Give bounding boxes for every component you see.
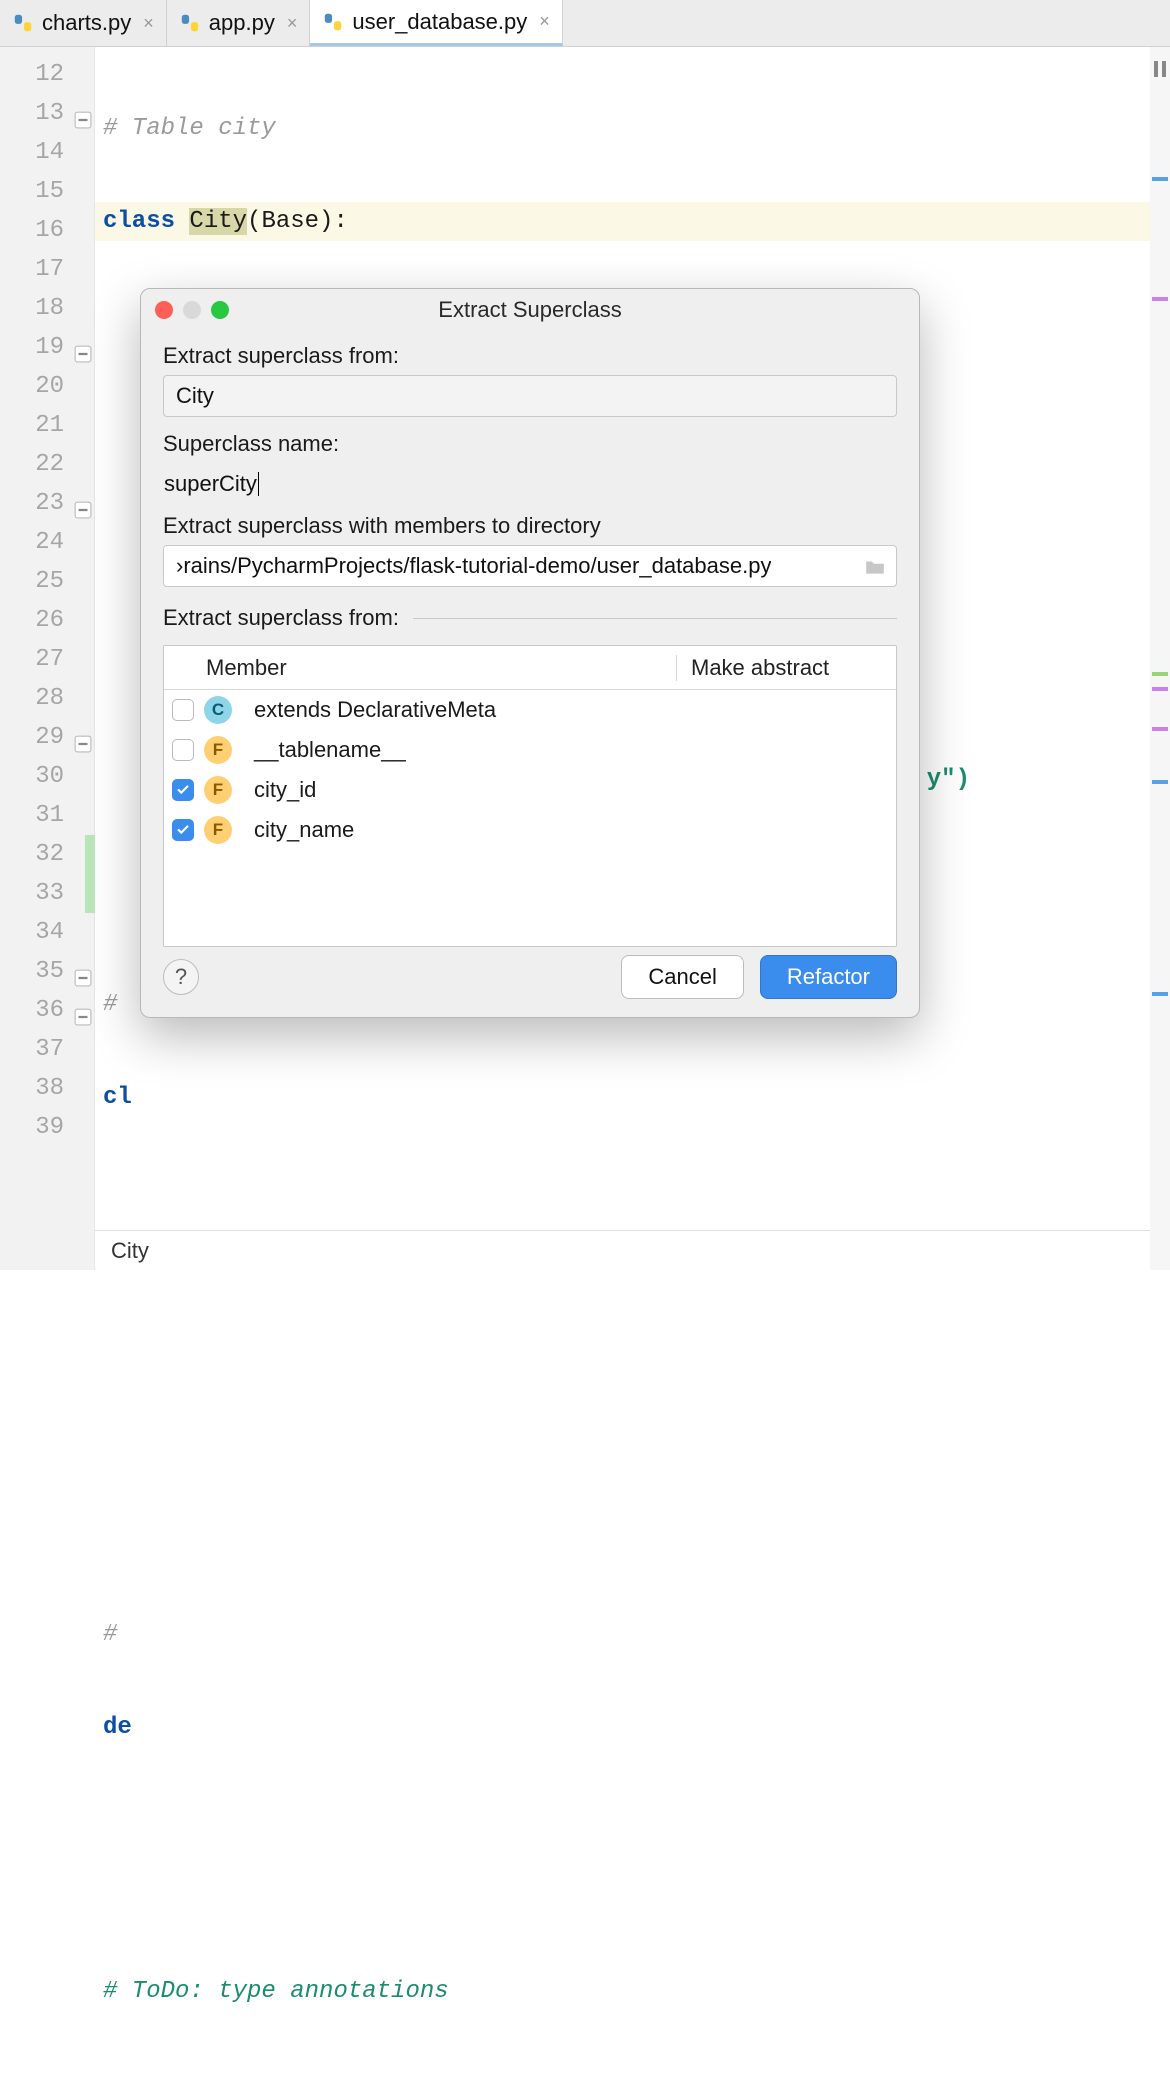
code-text: class (103, 208, 175, 235)
members-table-header: Member Make abstract (164, 646, 896, 690)
tab-charts[interactable]: charts.py × (0, 0, 167, 46)
close-icon[interactable]: × (143, 13, 154, 34)
fold-icon[interactable] (74, 104, 92, 122)
code-text: cl (103, 1084, 132, 1111)
divider (413, 618, 897, 619)
member-label: __tablename__ (250, 737, 896, 763)
code-text: # (103, 991, 117, 1018)
vcs-change-marker (85, 835, 95, 913)
member-label: city_id (250, 777, 896, 803)
directory-label: Extract superclass with members to direc… (163, 513, 897, 539)
tab-label: charts.py (42, 10, 131, 36)
dialog-titlebar[interactable]: Extract Superclass (141, 289, 919, 331)
field-icon: F (204, 816, 232, 844)
python-file-icon (322, 11, 344, 33)
code-text: Base (261, 208, 319, 235)
stripe-marker[interactable] (1152, 297, 1168, 301)
stripe-marker[interactable] (1152, 687, 1168, 691)
tab-label: app.py (209, 10, 275, 36)
code-text: City (189, 208, 247, 235)
field-value: City (176, 383, 214, 409)
tab-user-database[interactable]: user_database.py × (310, 0, 562, 46)
code-text: # ToDo: type annotations (103, 1978, 449, 2005)
window-minimize-icon[interactable] (183, 301, 201, 319)
tab-label: user_database.py (352, 9, 527, 35)
python-file-icon (12, 12, 34, 34)
fold-icon[interactable] (74, 494, 92, 512)
dialog-footer: ? Cancel Refactor (141, 947, 919, 1017)
member-checkbox[interactable] (172, 739, 194, 761)
field-value: ›rains/PycharmProjects/flask-tutorial-de… (176, 553, 771, 579)
member-label: extends DeclarativeMeta (250, 697, 896, 723)
class-icon: C (204, 696, 232, 724)
field-value: superCity (164, 471, 257, 497)
pause-icon (1153, 57, 1167, 73)
code-text: y") (927, 766, 970, 793)
text-cursor (258, 472, 259, 496)
superclass-name-input[interactable]: superCity (163, 463, 897, 505)
code-text: # (103, 1621, 117, 1648)
member-checkbox[interactable] (172, 779, 194, 801)
breadcrumb-item[interactable]: City (111, 1238, 149, 1264)
member-checkbox[interactable] (172, 819, 194, 841)
member-row[interactable]: F __tablename__ (164, 730, 896, 770)
close-icon[interactable]: × (539, 11, 550, 32)
tab-app[interactable]: app.py × (167, 0, 311, 46)
members-table: Member Make abstract Cextends Declarativ… (163, 645, 897, 947)
extract-from-label: Extract superclass from: (163, 343, 897, 369)
stripe-marker[interactable] (1152, 727, 1168, 731)
line-number-gutter: 12 13 1415161718 19 202122 23 2425262728… (0, 47, 95, 1270)
fold-icon[interactable] (74, 338, 92, 356)
code-text: # Table city (103, 115, 276, 142)
member-checkbox[interactable] (172, 699, 194, 721)
browse-folder-icon[interactable] (860, 552, 890, 582)
fold-icon[interactable] (74, 962, 92, 980)
member-row[interactable]: Fcity_id (164, 770, 896, 810)
editor-tabbar: charts.py × app.py × user_database.py × (0, 0, 1170, 47)
stripe-marker[interactable] (1152, 780, 1168, 784)
python-file-icon (179, 12, 201, 34)
field-icon: F (204, 776, 232, 804)
extract-from-field: City (163, 375, 897, 417)
members-section-label: Extract superclass from: (163, 605, 399, 631)
window-close-icon[interactable] (155, 301, 173, 319)
stripe-marker[interactable] (1152, 177, 1168, 181)
superclass-name-label: Superclass name: (163, 431, 897, 457)
cancel-button[interactable]: Cancel (621, 955, 743, 999)
directory-field[interactable]: ›rains/PycharmProjects/flask-tutorial-de… (163, 545, 897, 587)
member-row[interactable]: Fcity_name (164, 810, 896, 850)
window-zoom-icon[interactable] (211, 301, 229, 319)
close-icon[interactable]: × (287, 13, 298, 34)
stripe-marker[interactable] (1152, 672, 1168, 676)
field-icon: F (204, 736, 232, 764)
breadcrumb[interactable]: City (95, 1230, 1170, 1270)
window-controls (155, 301, 229, 319)
code-text: de (103, 1714, 132, 1741)
member-row[interactable]: Cextends DeclarativeMeta (164, 690, 896, 730)
help-button[interactable]: ? (163, 959, 199, 995)
error-stripe[interactable] (1150, 47, 1170, 1270)
fold-icon[interactable] (74, 1001, 92, 1019)
help-icon: ? (175, 964, 187, 990)
fold-icon[interactable] (74, 728, 92, 746)
extract-superclass-dialog: Extract Superclass Extract superclass fr… (140, 288, 920, 1018)
column-header-abstract[interactable]: Make abstract (676, 655, 896, 681)
column-header-member[interactable]: Member (202, 655, 676, 681)
refactor-button[interactable]: Refactor (760, 955, 897, 999)
dialog-title: Extract Superclass (438, 297, 621, 323)
member-label: city_name (250, 817, 896, 843)
stripe-marker[interactable] (1152, 992, 1168, 996)
